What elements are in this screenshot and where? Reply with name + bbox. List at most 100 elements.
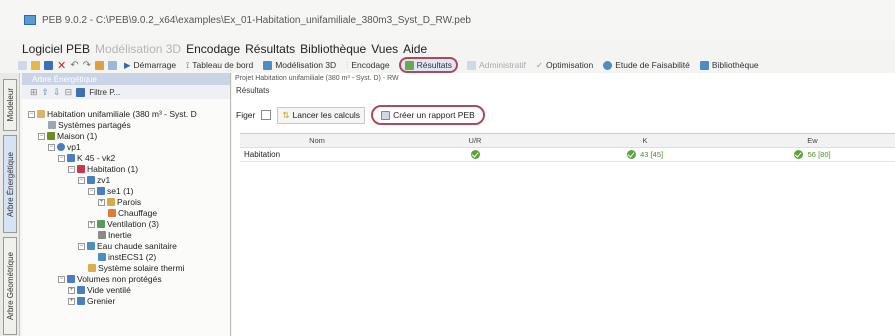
filter-button[interactable]: Filtre P... bbox=[89, 88, 120, 97]
tab-modeleur[interactable]: Modeleur bbox=[3, 79, 17, 131]
save-icon[interactable] bbox=[44, 60, 53, 70]
ew-status: 56 [80] bbox=[730, 150, 895, 160]
globe-icon bbox=[603, 60, 613, 70]
hot-water-icon bbox=[87, 242, 95, 250]
expand-icon[interactable]: + bbox=[68, 286, 75, 294]
column-k[interactable]: K bbox=[560, 136, 730, 145]
resultats-button[interactable]: Résultats bbox=[398, 57, 459, 73]
volume-icon bbox=[57, 143, 65, 151]
close-icon[interactable]: ✕ bbox=[57, 59, 66, 72]
tree-item-label: Volumes non protégés bbox=[77, 274, 162, 284]
undo-icon[interactable]: ↶ bbox=[70, 60, 78, 71]
table-row[interactable]: Habitation 43 [45] 56 [80] bbox=[240, 148, 895, 162]
tree-item[interactable]: − Habitation unifamiliale (380 m³ - Syst… bbox=[28, 109, 197, 119]
tree-item[interactable]: + Ventilation (3) bbox=[88, 219, 159, 229]
faisabilite-label: Etude de Faisabilité bbox=[615, 60, 690, 70]
lancer-calculs-button[interactable]: ⇅ Lancer les calculs bbox=[277, 106, 366, 124]
library-icon bbox=[699, 60, 709, 70]
tree-item[interactable]: Système solaire thermi bbox=[88, 263, 184, 273]
menu-logiciel-peb[interactable]: Logiciel PEB bbox=[22, 42, 90, 56]
menu-resultats[interactable]: Résultats bbox=[245, 42, 295, 56]
results-icon bbox=[404, 60, 414, 70]
crawlspace-icon bbox=[77, 286, 85, 294]
tree-item[interactable]: − zv1 bbox=[78, 175, 110, 185]
tree-item-label: Inertie bbox=[108, 230, 132, 240]
tree-item[interactable]: Systèmes partagés bbox=[48, 120, 131, 130]
new-file-icon[interactable] bbox=[18, 60, 27, 70]
creer-rapport-button[interactable]: Créer un rapport PEB bbox=[371, 105, 485, 125]
toolbar: ✕ ↶ ↷ ▶ Démarrage ⟟ Tableau de bord Modé… bbox=[0, 57, 895, 73]
demarrage-label: Démarrage bbox=[133, 60, 177, 70]
tree-item[interactable]: + Grenier bbox=[68, 296, 115, 306]
move-down-icon[interactable]: ⇩ bbox=[53, 87, 61, 98]
menu-bibliotheque[interactable]: Bibliothèque bbox=[300, 42, 366, 56]
expand-icon[interactable]: + bbox=[68, 297, 75, 305]
open-folder-icon[interactable] bbox=[31, 60, 40, 70]
ew-value: 56 [80] bbox=[807, 150, 831, 160]
title-bar: PEB 9.0.2 - C:\PEB\9.0.2_x64\examples\Ex… bbox=[0, 0, 895, 40]
tree-item[interactable]: Chauffage bbox=[108, 208, 157, 218]
tree-item[interactable]: − se1 (1) bbox=[88, 186, 133, 196]
etude-faisabilite-button[interactable]: Etude de Faisabilité bbox=[600, 59, 693, 71]
column-ur[interactable]: U/R bbox=[390, 136, 560, 145]
figer-checkbox[interactable] bbox=[261, 110, 272, 120]
collapse-icon[interactable]: − bbox=[68, 165, 75, 173]
tree-item[interactable]: − Volumes non protégés bbox=[58, 274, 162, 284]
collapse-icon[interactable]: ⊟ bbox=[65, 87, 73, 98]
column-ew[interactable]: Ew bbox=[730, 136, 895, 145]
tree-item-label: Grenier bbox=[87, 296, 116, 306]
edit-icon[interactable] bbox=[95, 60, 104, 70]
optimisation-button[interactable]: ✓ Optimisation bbox=[533, 59, 596, 72]
unprotected-volume-icon bbox=[67, 275, 75, 283]
menu-aide[interactable]: Aide bbox=[403, 42, 427, 56]
tree-item-label: instECS1 (2) bbox=[108, 252, 157, 262]
tree-item-label: Eau chaude sanitaire bbox=[97, 241, 177, 251]
collapse-icon[interactable]: − bbox=[78, 176, 85, 184]
collapse-icon[interactable]: − bbox=[88, 187, 95, 195]
column-nom[interactable]: Nom bbox=[240, 136, 390, 145]
tab-arbre-energetique[interactable]: Arbre Énergétique bbox=[3, 135, 17, 233]
collapse-icon[interactable]: − bbox=[38, 132, 45, 140]
modelisation-3d-button[interactable]: Modélisation 3D bbox=[260, 59, 339, 71]
menu-encodage[interactable]: Encodage bbox=[186, 42, 240, 56]
tree-item-label: Ventilation (3) bbox=[107, 219, 159, 229]
tree-item[interactable]: + Parois bbox=[98, 197, 141, 207]
rapport-label: Créer un rapport PEB bbox=[393, 110, 475, 120]
ventilation-icon bbox=[97, 220, 105, 228]
collapse-icon[interactable]: − bbox=[58, 154, 65, 162]
encodage-button[interactable]: ⫶ Encodage bbox=[343, 59, 392, 72]
tree-item[interactable]: − Maison (1) bbox=[38, 131, 97, 141]
expand-icon[interactable]: + bbox=[88, 220, 95, 228]
move-up-icon[interactable]: ⇧ bbox=[42, 87, 50, 98]
tree-item[interactable]: − Habitation (1) bbox=[68, 164, 138, 174]
tree-item[interactable]: + Vide ventilé bbox=[68, 285, 131, 295]
demarrage-button[interactable]: ▶ Démarrage bbox=[121, 59, 179, 72]
tableau-de-bord-button[interactable]: ⟟ Tableau de bord bbox=[183, 59, 256, 72]
tools-icon[interactable] bbox=[108, 60, 117, 70]
energy-tree-panel: Arbre Énergétique ⊞ ⇧ ⇩ ⊟ Filtre P... − … bbox=[22, 73, 231, 336]
collapse-icon[interactable]: − bbox=[48, 143, 55, 151]
tree-item[interactable]: Inertie bbox=[98, 230, 132, 240]
expand-all-icon[interactable]: ⊞ bbox=[30, 87, 38, 98]
collapse-icon[interactable]: − bbox=[78, 242, 85, 250]
tree-item-label: se1 (1) bbox=[107, 186, 134, 196]
collapse-icon[interactable]: − bbox=[58, 275, 65, 283]
bibliotheque-button[interactable]: Bibliothèque bbox=[697, 59, 762, 71]
filter-icon bbox=[76, 87, 86, 97]
expand-icon[interactable]: + bbox=[98, 198, 105, 206]
app-icon bbox=[24, 15, 36, 25]
tree-item[interactable]: − vp1 bbox=[48, 142, 81, 152]
redo-icon[interactable]: ↷ bbox=[83, 60, 91, 71]
tree-item[interactable]: instECS1 (2) bbox=[98, 252, 156, 262]
panel-header: Arbre Énergétique bbox=[22, 73, 230, 85]
lancer-label: Lancer les calculs bbox=[292, 110, 361, 120]
menu-vues[interactable]: Vues bbox=[371, 42, 398, 56]
attic-icon bbox=[77, 297, 85, 305]
menu-modelisation-3d: Modélisation 3D bbox=[95, 41, 182, 56]
tree-item-label: Maison (1) bbox=[57, 131, 98, 141]
tab-geometrique-label: Arbre Géométrique bbox=[5, 251, 15, 321]
tree-item[interactable]: − Eau chaude sanitaire bbox=[78, 241, 177, 251]
tab-arbre-geometrique[interactable]: Arbre Géométrique bbox=[3, 237, 17, 335]
collapse-icon[interactable]: − bbox=[28, 110, 35, 118]
tree-item[interactable]: − K 45 - vk2 bbox=[58, 153, 115, 163]
